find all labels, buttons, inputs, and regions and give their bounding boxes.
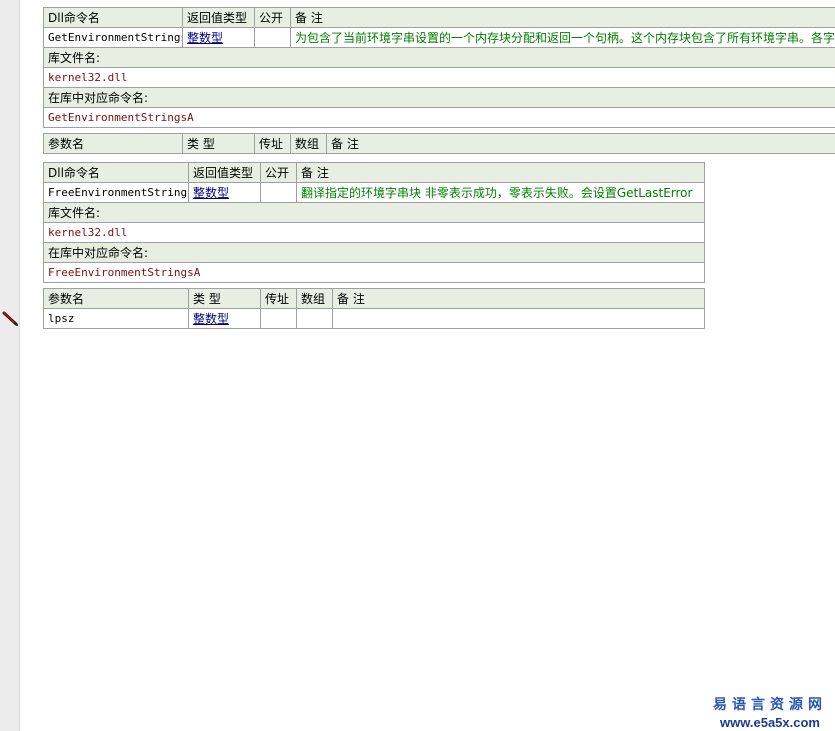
param-table-1: 参数名 类 型 传址 数组 备 注 [43,133,835,154]
site-watermark: 易语言资源网 www.e5a5x.com [713,694,827,730]
library-command-value[interactable]: GetEnvironmentStringsA [43,107,835,128]
library-file-value[interactable]: kernel32.dll [43,67,835,88]
param-name[interactable]: lpsz [43,308,189,329]
param-array-header: 数组 [290,133,327,154]
watermark-url: www.e5a5x.com [720,715,820,730]
command-row: GetEnvironmentStrings 整数型 为包含了当前环境字串设置的一… [43,27,835,48]
param-remark-cell[interactable] [332,308,705,329]
library-command-value[interactable]: FreeEnvironmentStringsA [43,262,705,283]
dll-command-table-1: Dll命令名 返回值类型 公开 备 注 GetEnvironmentString… [43,7,835,128]
return-type-link[interactable]: 整数型 [193,186,229,200]
dll-command-name[interactable]: GetEnvironmentStrings [43,27,183,48]
command-header-row: Dll命令名 返回值类型 公开 备 注 [43,162,705,183]
command-remark[interactable]: 为包含了当前环境字串设置的一个内存块分配和返回一个句柄。这个内存块包含了所有环境… [290,27,835,48]
return-type-header: 返回值类型 [182,7,255,28]
dll-command-name[interactable]: FreeEnvironmentStrings [43,182,189,203]
param-table-2: 参数名 类 型 传址 数组 备 注 lpsz 整数型 [43,288,705,329]
dll-command-table-2: Dll命令名 返回值类型 公开 备 注 FreeEnvironmentStrin… [43,162,705,283]
left-gutter [0,0,20,731]
param-header-row: 参数名 类 型 传址 数组 备 注 [43,288,705,309]
return-type-link[interactable]: 整数型 [187,31,223,45]
pencil-icon[interactable] [2,311,19,327]
remark-header: 备 注 [296,162,705,183]
watermark-title: 易语言资源网 [713,697,827,713]
dll-name-header: Dll命令名 [43,162,189,183]
param-type-header: 类 型 [188,288,261,309]
param-remark-header: 备 注 [332,288,705,309]
param-array-header: 数组 [296,288,333,309]
param-name-header: 参数名 [43,288,189,309]
command-row: FreeEnvironmentStrings 整数型 翻译指定的环境字串块 非零… [43,182,705,203]
param-type-header: 类 型 [182,133,255,154]
param-array-cell[interactable] [296,308,333,329]
param-header-row: 参数名 类 型 传址 数组 备 注 [43,133,835,154]
param-byref-cell[interactable] [260,308,297,329]
public-header: 公开 [260,162,297,183]
library-command-label: 在库中对应命令名: [43,87,835,108]
dll-name-header: Dll命令名 [43,7,183,28]
param-remark-header: 备 注 [326,133,835,154]
remark-header: 备 注 [290,7,835,28]
library-file-label: 库文件名: [43,202,705,223]
param-byref-header: 传址 [254,133,291,154]
param-row: lpsz 整数型 [43,308,705,329]
return-type-header: 返回值类型 [188,162,261,183]
command-header-row: Dll命令名 返回值类型 公开 备 注 [43,7,835,28]
library-command-label: 在库中对应命令名: [43,242,705,263]
public-cell[interactable] [254,27,291,48]
library-file-label: 库文件名: [43,47,835,68]
command-remark[interactable]: 翻译指定的环境字串块 非零表示成功，零表示失败。会设置GetLastError [296,182,705,203]
library-file-value[interactable]: kernel32.dll [43,222,705,243]
param-type-link[interactable]: 整数型 [193,312,229,326]
public-header: 公开 [254,7,291,28]
param-name-header: 参数名 [43,133,183,154]
public-cell[interactable] [260,182,297,203]
param-byref-header: 传址 [260,288,297,309]
